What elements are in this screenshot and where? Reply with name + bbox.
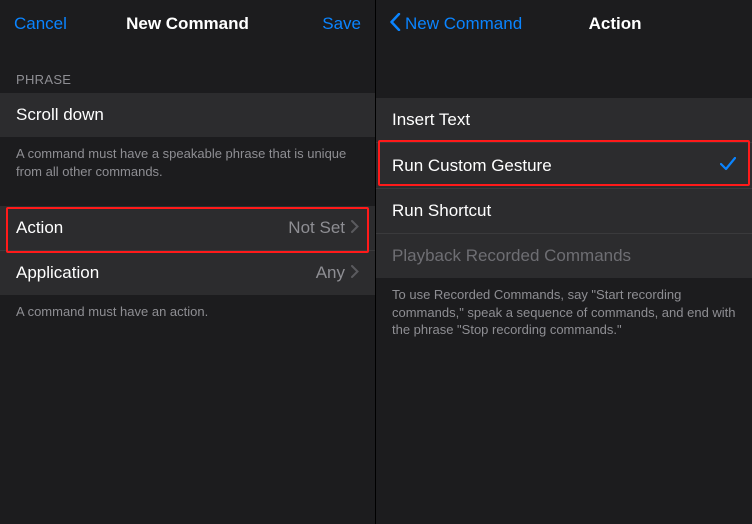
navbar-right: New Command Action <box>376 0 752 48</box>
new-command-screen: Cancel New Command Save PHRASE Scroll do… <box>0 0 376 524</box>
action-value: Not Set <box>288 218 345 238</box>
option-insert-text[interactable]: Insert Text <box>376 98 752 142</box>
application-label: Application <box>16 263 99 283</box>
run-custom-gesture-label: Run Custom Gesture <box>392 156 552 176</box>
run-shortcut-label: Run Shortcut <box>392 201 491 221</box>
playback-footer: To use Recorded Commands, say "Start rec… <box>376 278 752 347</box>
save-label: Save <box>322 14 361 34</box>
screen-title: New Command <box>126 14 249 34</box>
cancel-button[interactable]: Cancel <box>14 14 74 34</box>
checkmark-icon <box>720 155 736 176</box>
chevron-right-icon <box>351 220 359 236</box>
back-button[interactable]: New Command <box>390 13 522 36</box>
playback-label: Playback Recorded Commands <box>392 246 631 266</box>
screen-title-action: Action <box>589 14 642 34</box>
phrase-input[interactable]: Scroll down <box>0 93 375 137</box>
chevron-left-icon <box>390 13 401 36</box>
back-label: New Command <box>405 14 522 34</box>
save-button[interactable]: Save <box>301 14 361 34</box>
action-screen: New Command Action Insert Text Run Custo… <box>376 0 752 524</box>
application-value: Any <box>316 263 345 283</box>
option-playback-recorded: Playback Recorded Commands <box>376 233 752 278</box>
option-run-custom-gesture[interactable]: Run Custom Gesture <box>376 142 752 188</box>
application-row[interactable]: Application Any <box>0 250 375 295</box>
action-label: Action <box>16 218 63 238</box>
cancel-label: Cancel <box>14 14 67 34</box>
navbar-left: Cancel New Command Save <box>0 0 375 48</box>
phrase-section-header: PHRASE <box>0 48 375 93</box>
action-row[interactable]: Action Not Set <box>0 206 375 250</box>
phrase-footer: A command must have a speakable phrase t… <box>0 137 375 188</box>
insert-text-label: Insert Text <box>392 110 470 130</box>
chevron-right-icon <box>351 265 359 281</box>
option-run-shortcut[interactable]: Run Shortcut <box>376 188 752 233</box>
phrase-value: Scroll down <box>16 105 104 125</box>
action-footer: A command must have an action. <box>0 295 375 329</box>
